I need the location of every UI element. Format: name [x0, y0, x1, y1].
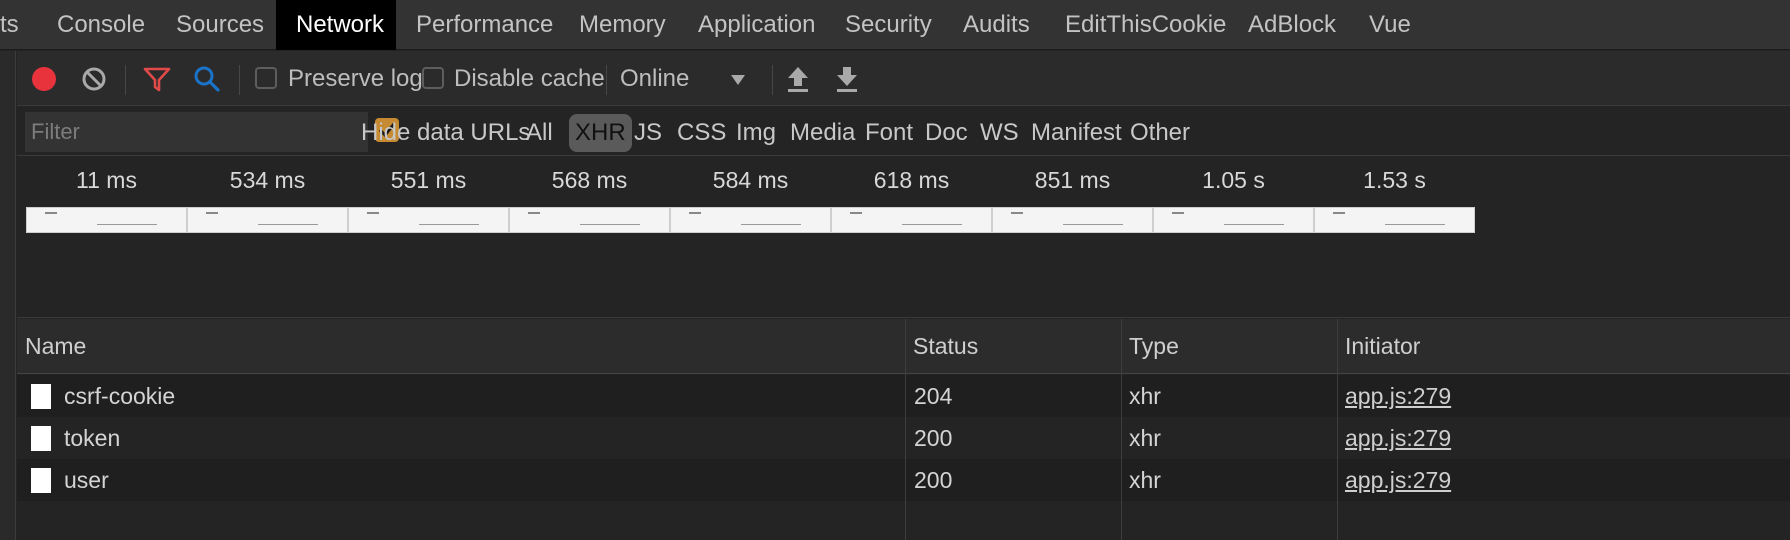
- frame-thumbnail: [348, 207, 509, 233]
- column-header-status[interactable]: Status: [905, 319, 978, 374]
- tab-security[interactable]: Security: [845, 0, 932, 50]
- search-button[interactable]: [193, 65, 221, 93]
- frame-time: 584 ms: [712, 167, 789, 193]
- request-type: xhr: [1129, 425, 1161, 451]
- tab-network[interactable]: Network: [276, 0, 396, 50]
- tab-memory[interactable]: Memory: [579, 0, 666, 50]
- toolbar-separator: [606, 65, 607, 95]
- request-status: 200: [914, 425, 953, 451]
- frame-time: 851 ms: [1034, 167, 1111, 193]
- request-status: 204: [914, 383, 953, 409]
- column-header-initiator[interactable]: Initiator: [1337, 319, 1420, 374]
- filter-icon: [143, 67, 171, 92]
- table-empty-row: [17, 501, 1790, 540]
- tab-vue[interactable]: Vue: [1369, 0, 1411, 50]
- disable-cache-checkbox[interactable]: [422, 67, 444, 89]
- document-icon: [31, 384, 51, 409]
- tab-audits[interactable]: Audits: [963, 0, 1030, 50]
- filter-type-doc[interactable]: Doc: [925, 114, 968, 152]
- filter-type-font[interactable]: Font: [865, 114, 913, 152]
- left-gutter: [0, 51, 16, 540]
- frame-time: 568 ms: [551, 167, 628, 193]
- table-row[interactable]: token 200 xhr app.js:279: [17, 417, 1790, 459]
- filter-type-media[interactable]: Media: [790, 114, 855, 152]
- frame-thumbnail: [1153, 207, 1314, 233]
- filter-toggle-button[interactable]: [143, 65, 171, 93]
- filter-type-img[interactable]: Img: [736, 114, 776, 152]
- hide-data-urls-label: Hide data URLs: [361, 119, 531, 146]
- download-icon: [837, 67, 857, 92]
- column-header-name[interactable]: Name: [17, 319, 86, 374]
- frame-thumbnail: [26, 207, 187, 233]
- frame-time: 1.05 s: [1202, 167, 1265, 193]
- frame-time: 618 ms: [873, 167, 950, 193]
- request-name: user: [64, 467, 109, 493]
- toolbar-separator: [772, 65, 773, 95]
- tab-application[interactable]: Application: [698, 0, 815, 50]
- throttling-select[interactable]: Online: [617, 59, 757, 99]
- column-divider[interactable]: [905, 319, 906, 540]
- frame-thumbnail: [509, 207, 670, 233]
- table-row[interactable]: user 200 xhr app.js:279: [17, 459, 1790, 501]
- tab-adblock[interactable]: AdBlock: [1248, 0, 1336, 50]
- table-header: Name Status Type Initiator: [17, 319, 1790, 374]
- request-initiator-link[interactable]: app.js:279: [1345, 375, 1451, 417]
- request-type: xhr: [1129, 383, 1161, 409]
- frame-time: 11 ms: [76, 167, 137, 193]
- chevron-down-icon: [731, 75, 745, 85]
- request-status: 200: [914, 467, 953, 493]
- table-row[interactable]: csrf-cookie 204 xhr app.js:279: [17, 375, 1790, 417]
- document-icon: [31, 468, 51, 493]
- devtools-tab-bar: ts Console Sources Network Performance M…: [0, 0, 1790, 50]
- record-icon: [32, 67, 56, 91]
- filter-type-xhr[interactable]: XHR: [569, 114, 632, 152]
- document-icon: [31, 426, 51, 451]
- filter-input[interactable]: [25, 112, 368, 152]
- toolbar-separator: [239, 65, 240, 95]
- throttling-value: Online: [620, 65, 690, 92]
- filter-type-js[interactable]: JS: [634, 114, 662, 152]
- frame-time: 534 ms: [229, 167, 306, 193]
- tab-performance[interactable]: Performance: [416, 0, 553, 50]
- tab-sources[interactable]: Sources: [176, 0, 264, 50]
- filter-type-ws[interactable]: WS: [980, 114, 1019, 152]
- filter-type-all[interactable]: All: [526, 114, 553, 152]
- frame-thumbnail: [187, 207, 348, 233]
- requests-table: Name Status Type Initiator csrf-cookie 2…: [17, 319, 1790, 540]
- frame-time: 551 ms: [390, 167, 467, 193]
- request-initiator-link[interactable]: app.js:279: [1345, 417, 1451, 459]
- request-type: xhr: [1129, 467, 1161, 493]
- clear-icon: [82, 67, 106, 91]
- tab-editthiscookie[interactable]: EditThisCookie: [1065, 0, 1226, 50]
- request-name: csrf-cookie: [64, 383, 176, 409]
- request-initiator-link[interactable]: app.js:279: [1345, 459, 1451, 501]
- frame-thumbnail: [1314, 207, 1475, 233]
- preserve-log-label: Preserve log: [288, 65, 423, 92]
- disable-cache-label: Disable cache: [454, 65, 605, 92]
- screenshot-filmstrip: 11 ms 534 ms 551 ms 568 ms 584 ms 618 ms…: [17, 157, 1790, 318]
- import-har-button[interactable]: [787, 65, 809, 93]
- clear-button[interactable]: [81, 66, 107, 92]
- request-name: token: [64, 425, 121, 451]
- filter-type-manifest[interactable]: Manifest: [1031, 114, 1122, 152]
- export-har-button[interactable]: [836, 65, 858, 93]
- preserve-log-checkbox[interactable]: [255, 67, 277, 89]
- frame-thumbnail: [670, 207, 831, 233]
- column-divider[interactable]: [1337, 319, 1338, 540]
- toolbar-separator: [125, 65, 126, 95]
- tab-elements-partial[interactable]: ts: [0, 0, 19, 50]
- search-icon: [194, 66, 220, 92]
- filter-type-css[interactable]: CSS: [677, 114, 726, 152]
- record-button[interactable]: [31, 66, 57, 92]
- column-divider[interactable]: [1121, 319, 1122, 540]
- frame-thumbnail: [831, 207, 992, 233]
- frame-thumbnail: [992, 207, 1153, 233]
- filter-bar: Hide data URLs All XHR JS CSS Img Media …: [17, 106, 1790, 156]
- network-toolbar: Preserve log Disable cache Online: [17, 51, 1790, 106]
- filter-type-other[interactable]: Other: [1130, 114, 1190, 152]
- upload-icon: [788, 67, 808, 92]
- column-header-type[interactable]: Type: [1121, 319, 1179, 374]
- frame-time: 1.53 s: [1363, 167, 1426, 193]
- tab-console[interactable]: Console: [57, 0, 145, 50]
